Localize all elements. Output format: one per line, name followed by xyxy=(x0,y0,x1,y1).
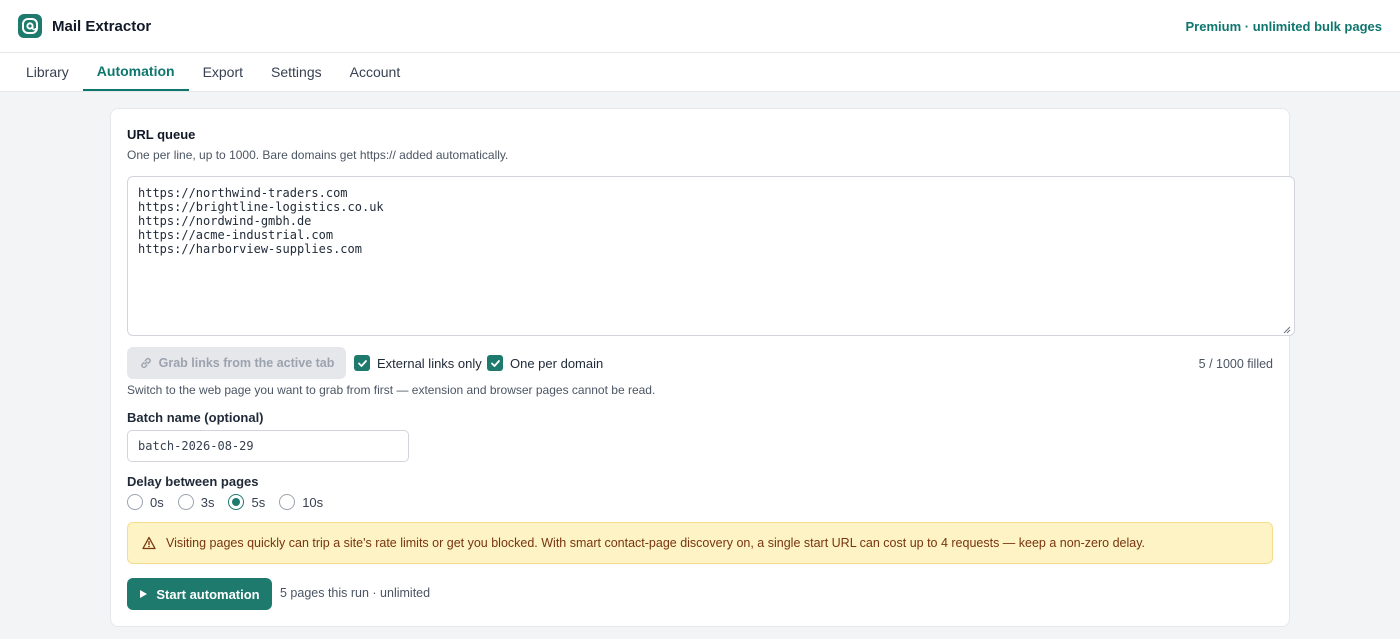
top-bar: Mail Extractor Premium · unlimited bulk … xyxy=(0,0,1400,53)
tab-account[interactable]: Account xyxy=(336,53,415,91)
grab-links-button[interactable]: Grab links from the active tab xyxy=(127,347,346,379)
delay-label: Delay between pages xyxy=(127,474,259,489)
tab-settings[interactable]: Settings xyxy=(257,53,336,91)
run-info: 5 pages this run · unlimited xyxy=(280,586,431,600)
warning-icon xyxy=(142,536,156,550)
app-title: Mail Extractor xyxy=(52,17,152,35)
filled-count: 5 / 1000 filled xyxy=(1198,357,1273,371)
delay-option-0s[interactable]: 0s xyxy=(127,494,164,510)
delay-option-label: 0s xyxy=(150,494,164,510)
brand: Mail Extractor xyxy=(18,14,151,38)
plan-badge: Premium · unlimited bulk pages xyxy=(1185,18,1382,34)
delay-option-label: 3s xyxy=(200,494,215,510)
external-links-checkbox[interactable]: External links only xyxy=(354,355,482,371)
start-automation-label: Start automation xyxy=(156,586,260,602)
tab-export[interactable]: Export xyxy=(189,53,257,91)
grab-links-label: Grab links from the active tab xyxy=(158,356,335,370)
delay-option-10s[interactable]: 10s xyxy=(279,494,323,510)
tab-automation[interactable]: Automation xyxy=(82,53,189,91)
delay-radio-group: 0s 3s 5s 10s xyxy=(127,494,323,510)
resize-handle-icon[interactable] xyxy=(1283,326,1291,334)
checkmark-icon xyxy=(487,355,503,371)
one-per-domain-checkbox[interactable]: One per domain xyxy=(487,355,603,371)
at-sign-icon xyxy=(18,14,42,38)
external-links-label: External links only xyxy=(377,355,482,371)
play-icon xyxy=(140,590,148,598)
tab-library[interactable]: Library xyxy=(12,53,83,91)
grab-hint: Switch to the web page you want to grab … xyxy=(127,383,656,397)
delay-option-label: 10s xyxy=(302,494,324,510)
url-queue-subtitle: One per line, up to 1000. Bare domains g… xyxy=(127,148,509,162)
one-per-domain-label: One per domain xyxy=(510,355,604,371)
checkmark-icon xyxy=(354,355,370,371)
link-icon xyxy=(140,357,151,369)
radio-selected-icon xyxy=(228,494,245,510)
url-queue-textarea[interactable]: https://northwind-traders.com https://br… xyxy=(127,176,1295,336)
url-queue-title: URL queue xyxy=(127,127,196,142)
tab-bar: Library Automation Export Settings Accou… xyxy=(0,53,1400,92)
radio-icon xyxy=(279,494,296,510)
start-automation-button[interactable]: Start automation xyxy=(127,578,272,610)
batch-name-label: Batch name (optional) xyxy=(127,410,264,425)
warning-text: Visiting pages quickly can trip a site's… xyxy=(166,536,1146,550)
batch-name-input[interactable] xyxy=(127,430,409,462)
delay-option-3s[interactable]: 3s xyxy=(177,494,215,510)
delay-option-label: 5s xyxy=(251,494,266,510)
radio-icon xyxy=(177,494,194,510)
delay-option-5s[interactable]: 5s xyxy=(228,494,265,510)
rate-limit-warning: Visiting pages quickly can trip a site's… xyxy=(127,522,1273,564)
radio-icon xyxy=(127,494,143,510)
automation-card: URL queue One per line, up to 1000. Bare… xyxy=(110,108,1295,627)
